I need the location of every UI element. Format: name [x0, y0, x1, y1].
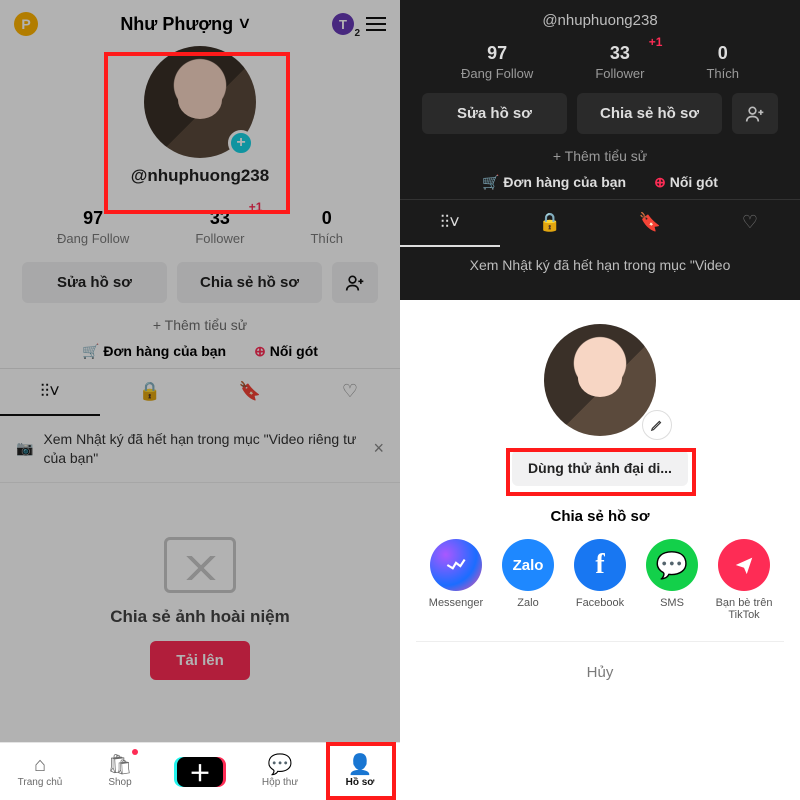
send-icon — [718, 539, 770, 591]
camera-icon: 📷 — [16, 440, 33, 457]
share-profile-button[interactable]: Chia sẻ hồ sơ — [177, 262, 322, 303]
add-story-icon[interactable]: + — [228, 130, 254, 156]
share-zalo[interactable]: Zalo Zalo — [492, 539, 564, 621]
likes-stat[interactable]: 0 Thích — [310, 208, 343, 246]
tab-bookmarks[interactable]: 🔖 — [200, 369, 300, 416]
story-expired-notice[interactable]: 📷 Xem Nhật ký đã hết hạn trong mục "Vide… — [0, 416, 400, 483]
tab-liked[interactable]: ♡ — [300, 369, 400, 416]
followers-stat[interactable]: +1 33 Follower — [195, 208, 244, 246]
profile-avatar[interactable]: + — [144, 46, 256, 158]
messenger-icon — [430, 539, 482, 591]
share-profile-button: Chia sẻ hồ sơ — [577, 93, 722, 134]
content-tabs: ⫶⫶˅ 🔒 🔖 ♡ — [0, 368, 400, 416]
followers-stat: +133Follower — [595, 43, 644, 81]
zalo-icon: Zalo — [502, 539, 554, 591]
following-stat: 97Đang Follow — [461, 43, 533, 81]
dimmed-profile-background: @nhuphuong238 97Đang Follow +133Follower… — [400, 0, 800, 300]
add-friends-button[interactable] — [332, 262, 378, 303]
photos-placeholder-icon — [164, 537, 236, 593]
follow-camera-link[interactable]: ⊕ Nối gót — [254, 343, 318, 360]
camera-plus-icon: ⊕ — [254, 343, 270, 359]
tab-private: 🔒 — [500, 200, 600, 247]
nav-home[interactable]: ⌂Trang chủ — [0, 743, 80, 800]
nav-shop[interactable]: 🛍Shop — [80, 743, 160, 800]
cart-icon: 🛒 — [82, 343, 103, 359]
tab-bookmarks: 🔖 — [600, 200, 700, 247]
following-stat[interactable]: 97 Đang Follow — [57, 208, 129, 246]
nav-create[interactable]: ＋ — [160, 743, 240, 800]
orders-link: 🛒 Đơn hàng của bạn — [482, 174, 626, 191]
dismiss-notice-button[interactable]: × — [373, 438, 384, 459]
add-friends-button — [732, 93, 778, 134]
shop-icon: 🛍 — [107, 755, 132, 775]
nav-profile[interactable]: 👤Hồ sơ — [320, 743, 400, 800]
cancel-button[interactable]: Hủy — [416, 641, 784, 697]
share-tiktok-friends[interactable]: Bạn bè trên TikTok — [708, 539, 780, 621]
nav-inbox[interactable]: 💬Hộp thư — [240, 743, 320, 800]
sms-icon: 💬 — [646, 539, 698, 591]
edit-avatar-button[interactable] — [642, 410, 672, 440]
plus-icon: ＋ — [177, 757, 223, 787]
sheet-avatar[interactable] — [544, 324, 656, 436]
points-badge[interactable]: P — [14, 12, 38, 36]
bottom-nav: ⌂Trang chủ 🛍Shop ＋ 💬Hộp thư 👤Hồ sơ — [0, 742, 400, 800]
tab-private[interactable]: 🔒 — [100, 369, 200, 416]
person-icon: 👤 — [348, 755, 373, 775]
account-switcher[interactable]: Như Phượng ˅ — [120, 14, 249, 35]
add-bio-link[interactable]: + Thêm tiểu sử — [0, 313, 400, 341]
profile-header: P Như Phượng ˅ T 2 — [0, 0, 400, 42]
share-sms[interactable]: 💬 SMS — [636, 539, 708, 621]
follow-camera-link: ⊕ Nối gót — [654, 174, 718, 191]
profile-display-name: Như Phượng — [120, 14, 233, 35]
facebook-icon: f — [574, 539, 626, 591]
add-bio-link: + Thêm tiểu sử — [400, 144, 800, 172]
share-title: Chia sẻ hồ sơ — [416, 508, 784, 525]
share-facebook[interactable]: f Facebook — [564, 539, 636, 621]
inbox-icon: 💬 — [268, 755, 293, 775]
edit-profile-button: Sửa hồ sơ — [422, 93, 567, 134]
pencil-icon — [650, 418, 664, 432]
empty-state: Chia sẻ ảnh hoài niệm Tải lên — [0, 483, 400, 700]
try-avatar-button[interactable]: Dùng thử ảnh đại di... — [512, 450, 688, 486]
notice-peek: Xem Nhật ký đã hết hạn trong mục "Video — [400, 247, 800, 273]
edit-profile-button[interactable]: Sửa hồ sơ — [22, 262, 167, 303]
chevron-down-icon: ˅ — [239, 14, 250, 35]
upload-button[interactable]: Tải lên — [150, 641, 250, 680]
tab-liked: ♡ — [700, 200, 800, 247]
left-screen: P Như Phượng ˅ T 2 + @nhuphuong238 — [0, 0, 400, 800]
username: @nhuphuong238 — [0, 166, 400, 186]
empty-title: Chia sẻ ảnh hoài niệm — [20, 607, 380, 627]
tab-grid: ⫶⫶˅ — [400, 200, 500, 247]
right-screen: @nhuphuong238 97Đang Follow +133Follower… — [400, 0, 800, 800]
share-options: Messenger Zalo Zalo f Facebook 💬 SMS Bạn… — [416, 539, 784, 621]
person-plus-icon — [345, 273, 365, 293]
home-icon: ⌂ — [34, 755, 46, 775]
share-sheet: Dùng thử ảnh đại di... Chia sẻ hồ sơ Mes… — [400, 300, 800, 800]
orders-link[interactable]: 🛒 Đơn hàng của bạn — [82, 343, 226, 360]
tab-grid[interactable]: ⫶⫶˅ — [0, 369, 100, 416]
live-badge[interactable]: T 2 — [332, 13, 354, 35]
stats-row: 97 Đang Follow +1 33 Follower 0 Thích — [0, 194, 400, 256]
share-messenger[interactable]: Messenger — [420, 539, 492, 621]
avatar-block: + @nhuphuong238 — [0, 42, 400, 194]
username: @nhuphuong238 — [400, 0, 800, 33]
menu-icon[interactable] — [366, 17, 386, 31]
likes-stat: 0Thích — [706, 43, 739, 81]
